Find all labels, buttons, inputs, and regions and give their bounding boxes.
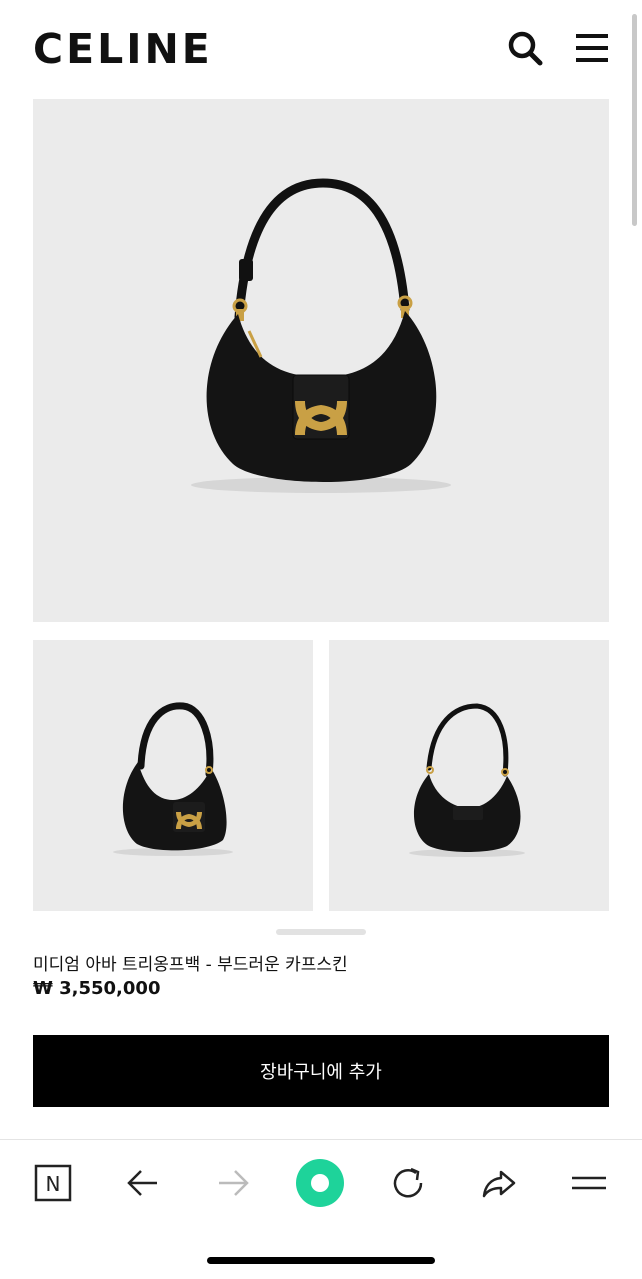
celine-logo[interactable]: CELINE bbox=[33, 26, 213, 72]
green-dot-button[interactable] bbox=[294, 1157, 346, 1209]
browser-menu-button[interactable] bbox=[563, 1157, 615, 1209]
green-record-icon bbox=[296, 1159, 344, 1207]
shoulder-bag-front-image bbox=[191, 178, 451, 493]
naver-home-button[interactable]: N bbox=[27, 1157, 79, 1209]
nav-divider bbox=[0, 1139, 642, 1140]
home-indicator[interactable] bbox=[207, 1257, 435, 1264]
forward-button[interactable] bbox=[207, 1157, 259, 1209]
svg-text:N: N bbox=[46, 1172, 61, 1196]
menu-icon bbox=[572, 1176, 606, 1190]
shoulder-bag-back-image bbox=[409, 703, 525, 857]
search-button[interactable] bbox=[505, 28, 545, 68]
product-name: 미디엄 아바 트리옹프백 - 부드러운 카프스킨 bbox=[33, 955, 348, 975]
share-button[interactable] bbox=[473, 1157, 525, 1209]
gallery-scroll-indicator[interactable] bbox=[276, 929, 366, 935]
page-scrollbar[interactable] bbox=[632, 14, 637, 226]
product-price: ₩ 3,550,000 bbox=[33, 978, 161, 999]
back-button[interactable] bbox=[117, 1157, 169, 1209]
forward-arrow-icon bbox=[219, 1170, 249, 1196]
menu-button[interactable] bbox=[572, 28, 612, 68]
reload-button[interactable] bbox=[383, 1157, 435, 1209]
site-header: CELINE bbox=[0, 0, 642, 98]
main-product-image[interactable] bbox=[33, 99, 609, 622]
back-arrow-icon bbox=[127, 1170, 157, 1196]
hamburger-menu-icon bbox=[576, 34, 608, 62]
shoulder-bag-angled-image bbox=[113, 702, 233, 856]
naver-n-icon: N bbox=[34, 1164, 72, 1202]
search-icon bbox=[508, 31, 543, 66]
thumbnail-back-view[interactable] bbox=[329, 640, 609, 911]
share-icon bbox=[482, 1170, 516, 1198]
thumbnail-angled-view[interactable] bbox=[33, 640, 313, 911]
add-to-cart-button[interactable]: 장바구니에 추가 bbox=[33, 1035, 609, 1107]
reload-icon bbox=[393, 1167, 423, 1198]
